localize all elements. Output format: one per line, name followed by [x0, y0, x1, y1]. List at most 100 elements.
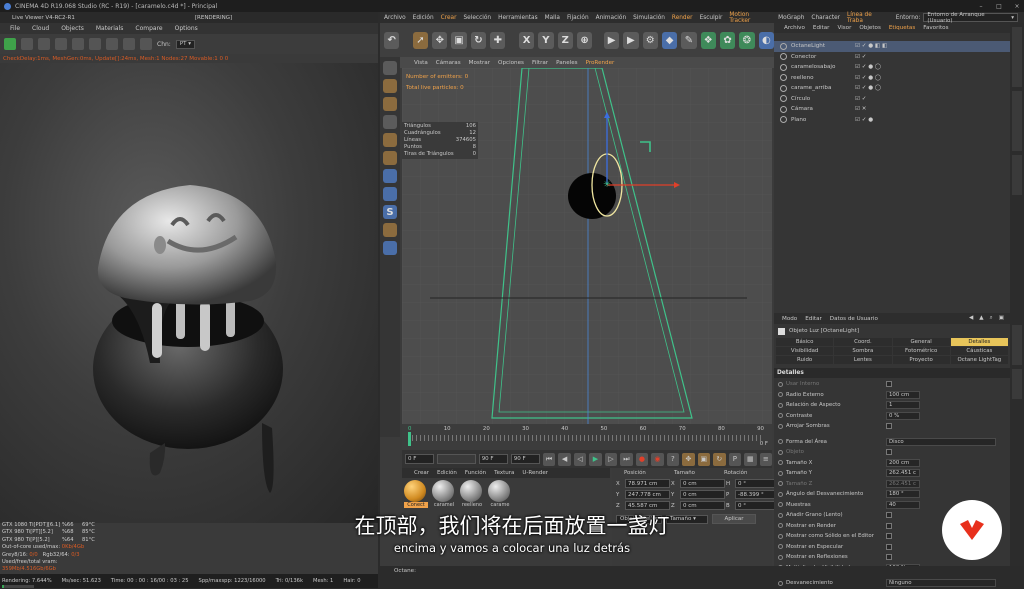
menu-motion-tracker[interactable]: Motion Tracker [729, 12, 771, 24]
animate-dot-icon[interactable] [778, 491, 783, 497]
axis-z-button[interactable]: Z [557, 31, 573, 49]
max-frame-field[interactable]: 90 F [510, 454, 540, 464]
attribute-row[interactable]: Ángulo del Desvanecimiento 180 ° [774, 489, 1010, 500]
go-start-icon[interactable]: ⏮ [542, 452, 556, 466]
object-row[interactable]: Conector ☑ ✓ [774, 52, 1010, 63]
mat-menu-urender[interactable]: U-Render [522, 470, 548, 476]
pos-z-field[interactable]: 45.587 cm [625, 501, 670, 510]
gear-render-icon[interactable] [4, 38, 16, 50]
animate-dot-icon[interactable] [778, 460, 783, 466]
cube-icon[interactable]: ◆ [661, 31, 678, 49]
attribute-row[interactable]: Tamaño Z 262.451 c [774, 479, 1010, 490]
object-row[interactable]: Plano ☑ ✓ ● [774, 115, 1010, 126]
render-view[interactable] [0, 63, 378, 523]
pin-icon[interactable] [140, 38, 152, 50]
pos-y-field[interactable]: 247.778 cm [625, 490, 670, 499]
up-arrow-icon[interactable]: ▲ [979, 315, 983, 322]
key-rotation-icon[interactable]: ↻ [713, 452, 726, 466]
move-icon[interactable]: ✥ [432, 31, 448, 49]
attribute-value-field[interactable]: 180 ° [886, 490, 920, 499]
tab-proyecto[interactable]: Proyecto [892, 356, 950, 364]
material-item[interactable]: Conect [404, 480, 428, 508]
animate-dot-icon[interactable] [778, 580, 783, 586]
axis-mode-icon[interactable] [383, 169, 397, 183]
axis-y-button[interactable]: Y [538, 31, 554, 49]
menu-esculpir[interactable]: Esculpir [700, 15, 723, 21]
play-back-icon[interactable]: ◁ [573, 452, 587, 466]
next-key-icon[interactable]: ▷ [604, 452, 618, 466]
grid-icon[interactable] [383, 241, 397, 255]
am-menu-datos[interactable]: Datos de Usuario [830, 316, 878, 322]
attribute-value-field[interactable]: 1 [886, 401, 920, 410]
om-menu-objetos[interactable]: Objetos [859, 25, 880, 31]
tab-sombra[interactable]: Sombra [834, 347, 892, 355]
om-menu-favoritos[interactable]: Favoritos [923, 25, 948, 31]
side-tab-objects[interactable] [1012, 27, 1022, 87]
tab-detalles[interactable]: Detalles [950, 338, 1008, 346]
menu-archivo[interactable]: Archivo [384, 15, 406, 21]
pos-x-field[interactable]: 78.971 cm [625, 479, 670, 488]
lv-menu-compare[interactable]: Compare [135, 25, 162, 32]
search-icon[interactable]: ⌕ [990, 315, 993, 322]
animate-dot-icon[interactable] [778, 470, 783, 476]
pen-icon[interactable]: ✎ [681, 31, 697, 49]
attribute-checkbox[interactable] [886, 554, 892, 561]
attribute-checkbox[interactable] [886, 449, 892, 456]
object-row[interactable]: Círculo ☑ ✓ [774, 94, 1010, 105]
am-menu-modo[interactable]: Modo [782, 316, 797, 322]
env-select[interactable]: Entorno de Arranque (Usuario) ▾ [923, 12, 1018, 24]
attribute-checkbox[interactable] [886, 381, 892, 388]
vp-menu-opciones[interactable]: Opciones [498, 60, 524, 66]
timeline[interactable]: 0 10 20 30 40 50 60 70 80 90 0 F [402, 424, 772, 450]
attribute-row[interactable]: Objeto [774, 447, 1010, 458]
vp-menu-vista[interactable]: Vista [414, 60, 428, 66]
size-x-field[interactable]: 0 cm [680, 479, 725, 488]
menu-linea-de-traba[interactable]: Línea de Traba [847, 12, 889, 24]
side-tab-structure[interactable] [1012, 155, 1022, 195]
render-settings-icon[interactable]: ⚙ [642, 31, 658, 49]
side-tab-layers[interactable] [1012, 369, 1022, 399]
mat-menu-funcion[interactable]: Función [465, 470, 486, 476]
texture-mode-icon[interactable] [383, 79, 397, 93]
maximize-button[interactable]: □ [992, 3, 1006, 10]
tab-coord[interactable]: Coord. [834, 338, 892, 346]
light-icon[interactable]: ◐ [758, 31, 774, 49]
autokey-icon[interactable]: ◉ [651, 452, 664, 466]
pause-icon[interactable] [38, 38, 50, 50]
om-menu-archivo[interactable]: Archivo [784, 25, 805, 31]
go-end-icon[interactable]: ⏭ [620, 452, 633, 466]
attribute-value-field[interactable]: 262.451 c [886, 479, 920, 488]
mat-menu-edicion[interactable]: Edición [437, 470, 457, 476]
attribute-value-field[interactable]: 262.451 c [886, 469, 920, 478]
object-row[interactable]: OctaneLight ☑ ✓ ● ◧ ◧ [774, 41, 1010, 52]
menu-crear[interactable]: Crear [441, 15, 457, 21]
attribute-row[interactable]: Forma del Área Disco [774, 437, 1010, 448]
sphere-icon[interactable] [89, 38, 101, 50]
menu-mograph[interactable]: MoGraph [778, 15, 804, 21]
attribute-value-field[interactable]: 0 % [886, 411, 920, 420]
attribute-row[interactable]: Usar Interno [774, 379, 1010, 390]
lock-workplane-icon[interactable] [383, 223, 397, 237]
animate-dot-icon[interactable] [778, 423, 783, 429]
tab-octane-lighttag[interactable]: Octane LightTag [950, 356, 1008, 364]
vp-menu-prorender[interactable]: ProRender [586, 60, 615, 66]
animate-dot-icon[interactable] [778, 439, 783, 445]
tab-lentes[interactable]: Lentes [834, 356, 892, 364]
key-pla-icon[interactable]: ▦ [744, 452, 757, 466]
animate-dot-icon[interactable] [778, 402, 783, 408]
record-icon[interactable]: ● [635, 452, 649, 466]
subdivision-icon[interactable]: ❖ [700, 31, 716, 49]
lock-icon[interactable] [72, 38, 84, 50]
material-item[interactable]: caramel [432, 480, 456, 508]
menu-simulacion[interactable]: Simulación [633, 15, 665, 21]
key-scale-icon[interactable]: ▣ [697, 452, 711, 466]
model-mode-icon[interactable] [383, 61, 397, 75]
side-tab-attributes[interactable] [1012, 325, 1022, 365]
menu-edicion[interactable]: Edición [413, 15, 434, 21]
keyframe-selection-icon[interactable]: ? [666, 452, 680, 466]
menu-animacion[interactable]: Animación [596, 15, 626, 21]
tab-causticas[interactable]: Cáusticas [950, 347, 1008, 355]
attribute-row[interactable]: Radio Externo 100 cm [774, 390, 1010, 401]
undo-icon[interactable]: ↶ [384, 31, 400, 49]
om-menu-visor[interactable]: Visor [837, 25, 851, 31]
